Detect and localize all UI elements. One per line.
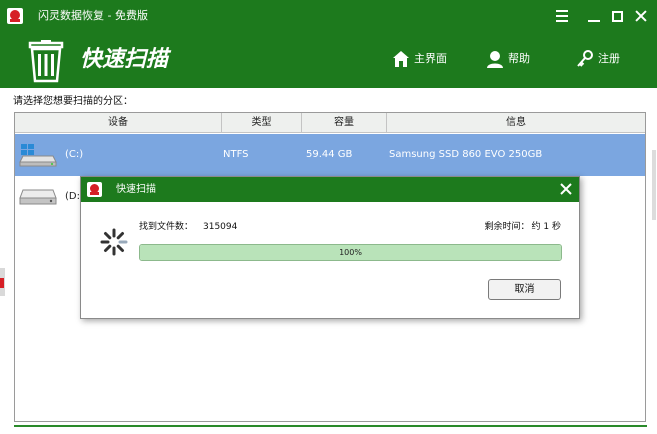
close-icon[interactable] (630, 5, 652, 27)
close-icon (560, 183, 572, 195)
title-bar: 闪灵数据恢复 - 免费版 (0, 0, 657, 32)
quick-scan-dialog: 快速扫描 找到文件数： 315094 剩余时间：约 1 秒 100% 取消 (80, 176, 580, 319)
dialog-close-button[interactable] (557, 180, 575, 198)
page-title: 快速扫描 (80, 46, 169, 72)
loading-spinner-icon (100, 228, 128, 256)
column-header-device[interactable]: 设备 (15, 113, 222, 133)
row-type: NTFS (223, 149, 249, 160)
files-found-label: 找到文件数： (139, 222, 194, 232)
scrollbar[interactable] (652, 150, 656, 220)
status-divider (14, 425, 647, 427)
row-capacity: 59.44 GB (306, 149, 353, 160)
home-icon (393, 51, 409, 67)
row-device-name: (C:) (65, 149, 84, 160)
background-window-accent (0, 278, 4, 288)
trash-icon (28, 40, 64, 83)
window-title: 闪灵数据恢复 - 免费版 (38, 9, 148, 22)
nav-register-label: 注册 (598, 52, 620, 65)
minimize-icon[interactable] (583, 5, 605, 27)
maximize-icon[interactable] (607, 5, 629, 27)
app-window: 闪灵数据恢复 - 免费版 快速扫描 主界面 帮助 注册 请选择您想要扫描的分区：… (0, 0, 657, 434)
app-header: 快速扫描 主界面 帮助 注册 (0, 32, 657, 88)
scan-progress-bar: 100% (139, 244, 562, 261)
menu-icon[interactable] (551, 5, 573, 27)
remaining-time: 剩余时间：约 1 秒 (483, 221, 561, 233)
table-row[interactable]: (C:) NTFS 59.44 GB Samsung SSD 860 EVO 2… (15, 134, 645, 176)
dialog-title-bar: 快速扫描 (81, 177, 579, 202)
nav-help-button[interactable]: 帮助 (486, 48, 532, 70)
files-found-count: 315094 (203, 222, 238, 232)
nav-help-label: 帮助 (508, 52, 530, 65)
app-logo-icon (7, 7, 23, 24)
user-help-icon (487, 51, 503, 68)
nav-home-label: 主界面 (414, 52, 447, 65)
row-info: Samsung SSD 860 EVO 250GB (389, 149, 543, 160)
windows-drive-icon (19, 144, 57, 167)
column-header-info[interactable]: 信息 (387, 113, 645, 133)
nav-home-button[interactable]: 主界面 (392, 48, 448, 70)
column-header-capacity[interactable]: 容量 (302, 113, 387, 133)
partition-prompt: 请选择您想要扫描的分区： (13, 96, 133, 107)
hard-drive-icon (19, 189, 57, 205)
dialog-title: 快速扫描 (116, 184, 156, 195)
table-header: 设备 类型 容量 信息 (15, 113, 645, 133)
cancel-button[interactable]: 取消 (488, 279, 561, 300)
app-logo-icon (87, 182, 102, 197)
column-header-type[interactable]: 类型 (222, 113, 302, 133)
remaining-time-value: 约 1 秒 (531, 222, 561, 232)
remaining-time-label: 剩余时间： (484, 222, 530, 232)
progress-text: 100% (339, 248, 362, 257)
nav-register-button[interactable]: 注册 (576, 48, 622, 70)
key-icon (577, 50, 593, 67)
